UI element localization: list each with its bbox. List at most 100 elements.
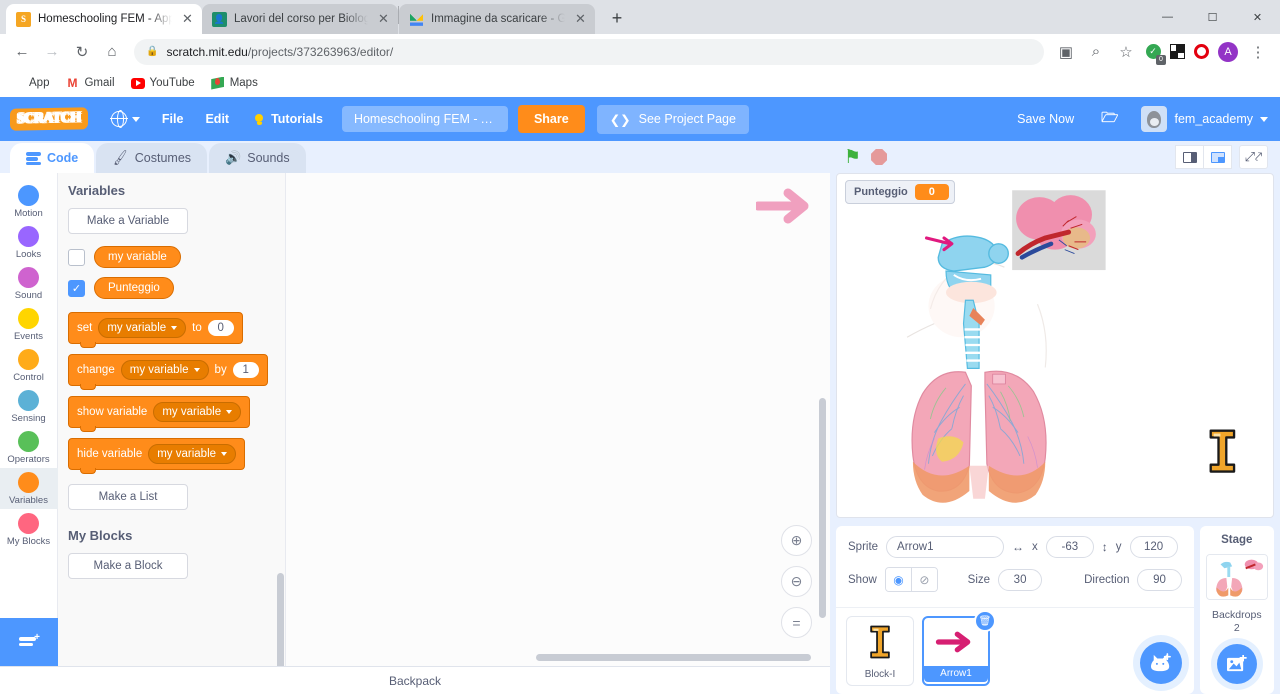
account-menu[interactable]: fem_academy	[1129, 106, 1268, 132]
code-canvas[interactable]: ⊕ ⊖ =	[286, 173, 830, 666]
add-extension-button[interactable]: +	[0, 618, 58, 666]
category-events[interactable]: Events	[0, 304, 58, 345]
choose-a-backdrop-button[interactable]	[1216, 644, 1257, 684]
tab-costumes[interactable]: 🖌 Costumes	[96, 143, 208, 173]
profile-avatar[interactable]: A	[1214, 38, 1242, 66]
eye-icon[interactable]: ◉	[885, 568, 912, 591]
x-input[interactable]: -63	[1045, 536, 1094, 558]
share-button[interactable]: Share	[517, 105, 585, 133]
sprite-card-arrow1[interactable]: 🗑 Arrow1	[922, 610, 996, 686]
sprite-card-block-i[interactable]: Block-I	[846, 616, 914, 686]
category-control[interactable]: Control	[0, 345, 58, 386]
block-show-variable[interactable]: show variable my variable	[68, 396, 251, 432]
bookmark-youtube[interactable]: YouTube	[130, 76, 195, 90]
reload-icon[interactable]: ↻	[68, 38, 96, 66]
folder-icon[interactable]: 🗁	[1090, 97, 1129, 141]
fullscreen-button[interactable]: ⤢⤤	[1239, 145, 1268, 169]
large-stage-button[interactable]	[1203, 145, 1232, 169]
stop-icon[interactable]	[871, 149, 888, 165]
tab-close-icon[interactable]: ✕	[375, 11, 392, 28]
canvas-vertical-scrollbar[interactable]	[819, 398, 826, 618]
block-dropdown[interactable]: my variable	[153, 402, 242, 422]
translate-icon[interactable]: ▣	[1052, 38, 1080, 66]
back-icon[interactable]: ←	[8, 38, 36, 66]
category-sensing[interactable]: Sensing	[0, 386, 58, 427]
bookmark-star-icon[interactable]: ☆	[1112, 38, 1140, 66]
address-bar[interactable]: 🔒 scratch.mit.edu/projects/373263963/edi…	[134, 38, 1044, 65]
category-motion[interactable]: Motion	[0, 181, 58, 222]
extension-checkmark-icon[interactable]: ✓ 0	[1142, 41, 1166, 65]
block-dropdown[interactable]: my variable	[120, 360, 209, 380]
stage-thumbnail[interactable]	[1205, 554, 1268, 600]
make-a-variable-button[interactable]: Make a Variable	[68, 208, 188, 234]
block-palette[interactable]: Variables Make a Variable my variable ✓ …	[58, 173, 286, 666]
block-number-input[interactable]: 1	[232, 362, 259, 378]
block-set-variable[interactable]: set my variable to 0	[68, 312, 243, 348]
bookmark-maps[interactable]: Maps	[211, 76, 258, 90]
block-change-variable[interactable]: change my variable by 1	[68, 354, 268, 390]
save-now-button[interactable]: Save Now	[1001, 112, 1090, 126]
home-icon[interactable]: ⌂	[98, 38, 126, 66]
stage-controls: ⚑ ⤢⤤	[836, 141, 1274, 173]
brush-icon: 🖌	[110, 148, 130, 167]
tab-code[interactable]: Code	[10, 143, 95, 173]
stage[interactable]: Punteggio 0	[836, 173, 1274, 518]
size-input[interactable]: 30	[998, 568, 1043, 591]
canvas-horizontal-scrollbar[interactable]	[536, 654, 811, 661]
direction-input[interactable]: 90	[1137, 568, 1182, 591]
trash-icon[interactable]: 🗑	[974, 610, 996, 632]
tab-close-icon[interactable]: ✕	[572, 11, 589, 28]
extension-opera-icon[interactable]	[1190, 41, 1212, 63]
forward-icon[interactable]: →	[38, 38, 66, 66]
see-project-page-button[interactable]: ❮❯ See Project Page	[596, 104, 749, 134]
category-operators[interactable]: Operators	[0, 427, 58, 468]
minimize-button[interactable]: —	[1145, 0, 1190, 34]
bookmark-app[interactable]: App	[10, 76, 49, 90]
variable-pill[interactable]: Punteggio	[94, 277, 174, 299]
small-stage-button[interactable]	[1175, 145, 1204, 169]
zoom-icon[interactable]: ⌕	[1082, 38, 1110, 66]
browser-tab-2[interactable]: 👤 Lavori del corso per Biologia in ✕	[202, 4, 398, 34]
extension-dark-icon[interactable]	[1166, 41, 1188, 63]
close-window-button[interactable]: ✕	[1235, 0, 1280, 34]
category-variables[interactable]: Variables	[0, 468, 58, 509]
category-sound[interactable]: Sound	[0, 263, 58, 304]
variable-row-punteggio[interactable]: ✓ Punteggio	[68, 277, 285, 299]
scratch-logo[interactable]: SCRATCH	[10, 107, 88, 131]
backpack-bar[interactable]: Backpack	[0, 666, 830, 694]
browser-menu-icon[interactable]: ⋮	[1244, 38, 1272, 66]
browser-tab-1[interactable]: S Homeschooling FEM - Apparato ✕	[6, 4, 202, 34]
browser-tab-3[interactable]: Immagine da scaricare - Google ✕	[399, 4, 595, 34]
variable-checkbox[interactable]: ✓	[68, 279, 85, 297]
choose-a-sprite-button[interactable]	[1139, 642, 1182, 684]
tab-close-icon[interactable]: ✕	[179, 11, 196, 28]
bookmark-gmail[interactable]: M Gmail	[65, 76, 114, 90]
variable-row-my-variable[interactable]: my variable	[68, 246, 285, 268]
make-a-list-button[interactable]: Make a List	[68, 484, 188, 510]
block-dropdown[interactable]: my variable	[148, 444, 237, 464]
menu-edit[interactable]: Edit	[194, 97, 240, 141]
tab-sounds[interactable]: 🔊 Sounds	[209, 143, 306, 173]
block-dropdown[interactable]: my variable	[98, 318, 187, 338]
project-title-input[interactable]: Homeschooling FEM - Ap...	[341, 106, 508, 132]
menu-file[interactable]: File	[151, 97, 195, 141]
palette-scrollbar[interactable]	[277, 573, 284, 666]
category-my-blocks[interactable]: My Blocks	[0, 509, 58, 550]
zoom-reset-button[interactable]: =	[781, 607, 812, 638]
maximize-button[interactable]: ☐	[1190, 0, 1235, 34]
menu-tutorials[interactable]: Tutorials	[240, 97, 334, 141]
variable-checkbox[interactable]	[68, 248, 85, 266]
zoom-in-icon[interactable]: ⊕	[781, 525, 812, 556]
sprite-name-input[interactable]: Arrow1	[886, 536, 1005, 558]
zoom-out-icon[interactable]: ⊖	[781, 566, 812, 597]
block-number-input[interactable]: 0	[207, 320, 234, 336]
variable-pill[interactable]: my variable	[94, 246, 181, 268]
language-menu[interactable]	[100, 97, 151, 141]
green-flag-icon[interactable]: ⚑	[844, 148, 861, 167]
eye-slash-icon[interactable]: ⊘	[911, 568, 937, 591]
category-looks[interactable]: Looks	[0, 222, 58, 263]
y-input[interactable]: 120	[1129, 536, 1178, 558]
block-hide-variable[interactable]: hide variable my variable	[68, 438, 246, 474]
make-a-block-button[interactable]: Make a Block	[68, 553, 188, 579]
new-tab-button[interactable]: +	[603, 4, 631, 32]
